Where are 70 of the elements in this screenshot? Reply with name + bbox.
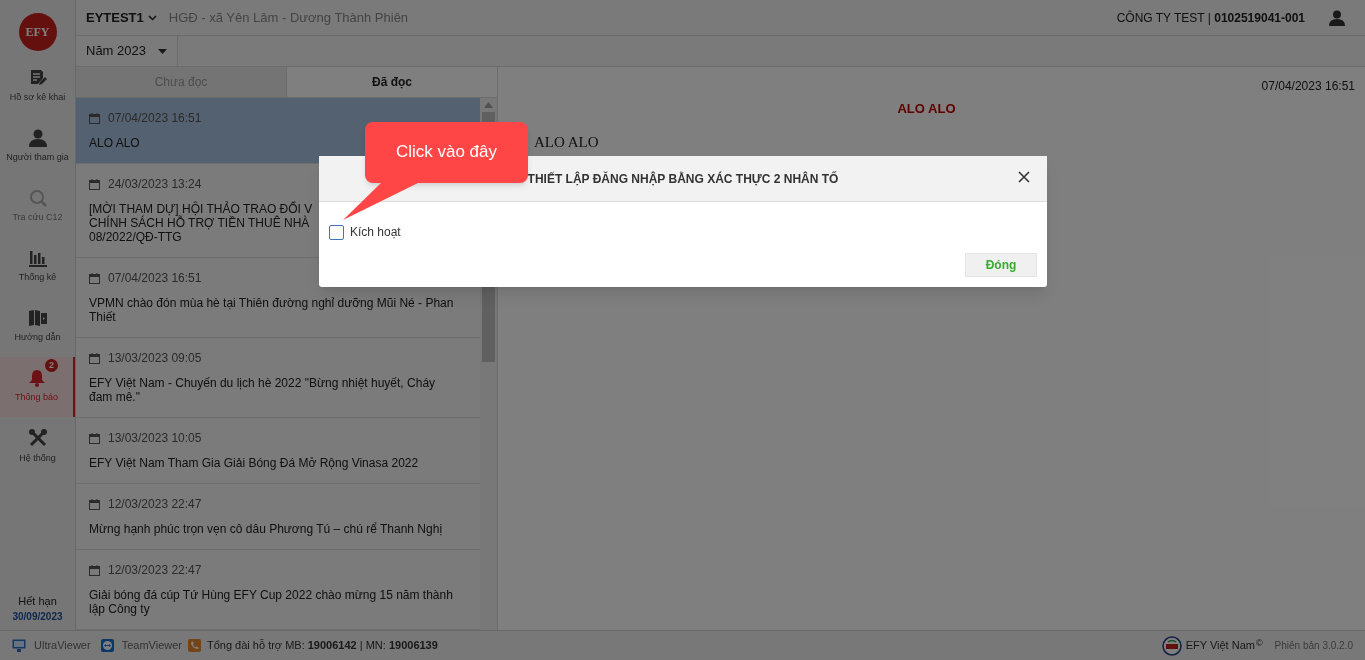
notification-title-line: đam mê." [89, 390, 140, 404]
sidebar-item[interactable]: Thống kê [0, 237, 75, 297]
monitor-icon[interactable] [12, 639, 26, 652]
support-hotline: Tổng đài hỗ trợ MB: 19006142 | MN: 19006139 [207, 638, 438, 654]
sidebar-item[interactable]: Hướng dẫn [0, 297, 75, 357]
notification-date: 12/03/2023 22:47 [108, 496, 202, 513]
sidebar-item[interactable]: Hồ sơ kê khai [0, 57, 75, 117]
notification-title-line: 08/2022/QĐ-TTG [89, 230, 182, 244]
close-icon[interactable] [1017, 170, 1031, 184]
notification-date: 07/04/2023 16:51 [108, 110, 202, 127]
calendar-icon [89, 352, 100, 364]
notification-title-line: EFY Việt Nam - Chuyến du lịch hè 2022 "Bừng nhiệt huyết, Cháy [89, 376, 436, 390]
map-icon [27, 309, 48, 328]
checkbox-label[interactable]: Kích hoạt [350, 223, 401, 241]
sidebar-label: Hệ thống [19, 452, 56, 466]
notification-date: 13/03/2023 10:05 [108, 430, 202, 447]
teamviewer-icon[interactable] [100, 639, 114, 652]
detail-body: ALO ALO [534, 132, 599, 152]
checkbox[interactable] [329, 224, 344, 240]
notification-date: 24/03/2023 13:24 [108, 176, 202, 193]
notification-title-line: VPMN chào đón mùa hè tại Thiên đường nghỉ dưỡng Mũi Né - Phan [89, 296, 454, 310]
sidebar-label: Hướng dẫn [14, 331, 61, 345]
notification-date: 12/03/2023 22:47 [108, 562, 202, 579]
notification-date: 07/04/2023 16:51 [108, 270, 202, 287]
calendar-icon [89, 272, 100, 284]
count-badge: 2 [45, 359, 58, 372]
sidebar-item[interactable]: Thông báo 2 [0, 357, 75, 417]
expiry-date: 30/09/2023 [12, 610, 63, 624]
close-button[interactable]: Đóng [965, 253, 1037, 277]
company-info: CÔNG TY TEST | 0102519041-001 [1116, 9, 1305, 27]
sidebar-item[interactable]: Hệ thống [0, 417, 75, 477]
user-icon[interactable] [1329, 9, 1345, 26]
notification-title-line: ALO ALO [89, 136, 140, 150]
tools-icon [27, 428, 48, 449]
sidebar-label: Hồ sơ kê khai [9, 91, 66, 105]
sidebar-label: Thông báo [14, 391, 58, 405]
phone-icon [188, 639, 201, 652]
brand-name: EFY Việt Nam [1185, 638, 1255, 654]
notification-title-line: EFY Việt Nam Tham Gia Giải Bóng Đá Mở Rộng Vinasa 2022 [89, 456, 419, 470]
notification-title-line: Thiết [89, 310, 116, 324]
copyright-mark: © [1255, 637, 1263, 650]
sidebar-label: Người tham gia [6, 151, 69, 165]
caret-icon [158, 48, 167, 54]
notification-title-line: Giải bóng đá cúp Tứ Hùng EFY Cup 2022 chào mừng 15 năm thành [89, 588, 453, 602]
notification-title-line: CHÍNH SÁCH HỖ TRỢ TIỀN THUÊ NHÀ [89, 216, 310, 230]
chevron-icon [147, 14, 157, 21]
detail-date: 07/04/2023 16:51 [1261, 78, 1355, 95]
ultraviewer-link[interactable]: UltraViewer [34, 637, 91, 654]
calendar-icon [89, 432, 100, 444]
sidebar-item[interactable]: Người tham gia [0, 117, 75, 177]
sidebar-label: Thống kê [18, 271, 57, 285]
teamviewer-link[interactable]: TeamViewer [121, 637, 182, 654]
calendar-icon [89, 112, 100, 124]
bar-chart-icon [28, 249, 47, 268]
expiry-label: Hết hạn [18, 593, 57, 609]
calendar-icon [89, 498, 100, 510]
person-icon [28, 129, 47, 148]
notification-title-line: Mừng hạnh phúc trọn vẹn cô dâu Phương Tú – chú rể Thanh Nghị [89, 522, 443, 536]
dialog-title: THIẾT LẬP ĐĂNG NHẬP BẰNG XÁC THỰC 2 NHÂN TỐ [527, 170, 839, 188]
notification-title-line: lập Công ty [89, 602, 150, 616]
document-edit-icon [28, 69, 47, 88]
calendar-icon [89, 564, 100, 576]
calendar-icon [89, 178, 100, 190]
logo: EFY [18, 13, 57, 51]
notification-title-line: [MỜI THAM DỰ] HỘI THẢO TRAO ĐỔI V [89, 202, 313, 216]
notification-date: 13/03/2023 09:05 [108, 350, 202, 367]
detail-title: ALO ALO [897, 100, 956, 118]
logo-icon [1161, 635, 1182, 656]
search-icon [28, 189, 47, 208]
account-selector[interactable]: EYTEST1 [86, 7, 157, 28]
